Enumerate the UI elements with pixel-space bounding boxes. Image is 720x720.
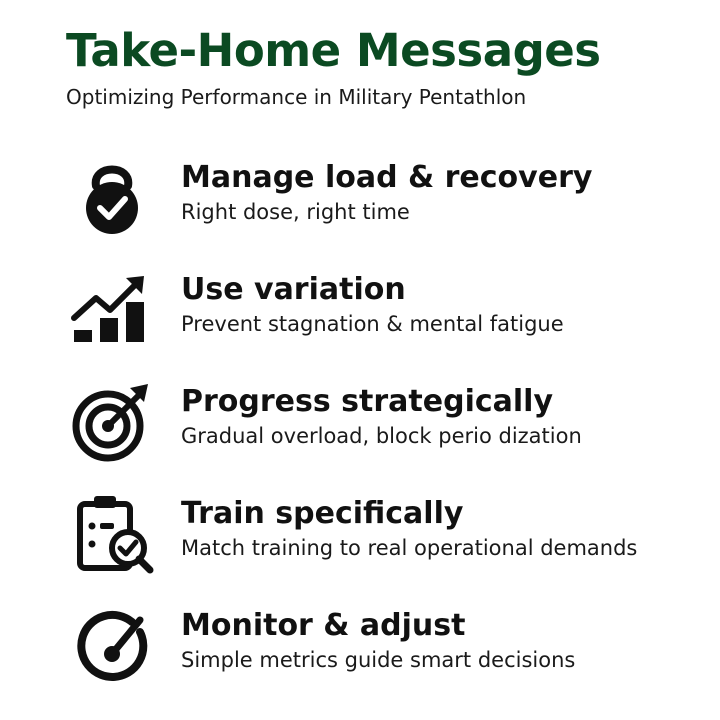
gauge-icon: [70, 604, 154, 688]
list-item: Manage load & recovery Right dose, right…: [0, 150, 720, 262]
message-description: Prevent stagnation & mental fatigue: [181, 312, 564, 336]
target-arrow-icon: [70, 380, 154, 464]
list-item: Use variation Prevent stagnation & menta…: [0, 262, 720, 374]
page-subtitle: Optimizing Performance in Military Penta…: [66, 85, 527, 109]
message-title: Monitor & adjust: [181, 608, 466, 643]
page-title: Take-Home Messages: [66, 24, 601, 77]
kettlebell-check-icon: [70, 156, 154, 240]
header: Take-Home Messages Optimizing Performanc…: [66, 24, 706, 110]
message-title: Progress strategically: [181, 384, 553, 419]
clipboard-check-icon: [70, 492, 154, 576]
message-title: Train specifically: [181, 496, 464, 531]
message-description: Gradual overload, block perio dization: [181, 424, 582, 448]
list-item: Progress strategically Gradual overload,…: [0, 374, 720, 486]
message-title: Manage load & recovery: [181, 160, 593, 195]
message-list: Manage load & recovery Right dose, right…: [0, 150, 720, 710]
message-description: Simple metrics guide smart decisions: [181, 648, 576, 672]
message-title: Use variation: [181, 272, 406, 307]
list-item: Monitor & adjust Simple metrics guide sm…: [0, 598, 720, 710]
rising-bars-arrow-icon: [70, 268, 154, 352]
list-item: Train specifically Match training to rea…: [0, 486, 720, 598]
message-description: Match training to real operational deman…: [181, 536, 638, 560]
message-description: Right dose, right time: [181, 200, 410, 224]
